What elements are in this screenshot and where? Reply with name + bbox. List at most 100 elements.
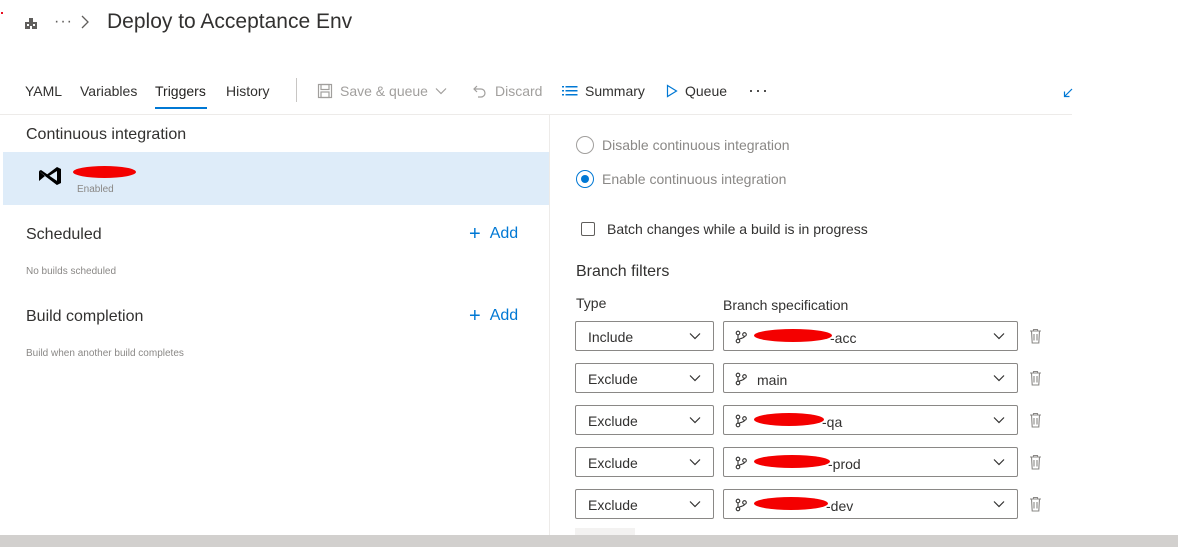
branch-spec-dropdown[interactable]: -prod bbox=[723, 447, 1018, 477]
add-build-completion-label: Add bbox=[489, 307, 519, 324]
redacted-pipeline-name bbox=[73, 166, 136, 178]
filter-type-value: Exclude bbox=[588, 413, 638, 429]
batch-changes-option[interactable]: Batch changes while a build is in progre… bbox=[581, 221, 868, 237]
list-icon bbox=[562, 86, 578, 96]
chevron-down-icon bbox=[993, 375, 1005, 382]
branch-icon bbox=[735, 372, 747, 386]
tab-triggers[interactable]: Triggers bbox=[155, 83, 206, 99]
filter-type-dropdown[interactable]: Exclude bbox=[575, 405, 714, 435]
toolbar-bottom-border bbox=[0, 114, 1072, 115]
active-tab-indicator bbox=[155, 107, 207, 109]
redacted-branch-prefix bbox=[754, 497, 828, 510]
filter-type-value: Exclude bbox=[588, 455, 638, 471]
ci-status: Enabled bbox=[77, 184, 114, 195]
enable-ci-option[interactable]: Enable continuous integration bbox=[576, 170, 786, 188]
disable-ci-radio[interactable] bbox=[576, 136, 594, 154]
branch-spec-dropdown[interactable]: -dev bbox=[723, 489, 1018, 519]
corner-marker bbox=[1, 12, 3, 14]
filter-type-dropdown[interactable]: Include bbox=[575, 321, 714, 351]
redacted-branch-prefix bbox=[754, 413, 824, 426]
scheduled-section-title: Scheduled bbox=[26, 226, 102, 243]
branch-spec-value: -prod bbox=[828, 456, 861, 472]
chevron-down-icon bbox=[689, 501, 701, 508]
save-queue-label: Save & queue bbox=[340, 83, 428, 99]
add-schedule-label: Add bbox=[489, 225, 519, 242]
chevron-down-icon bbox=[993, 333, 1005, 340]
branch-spec-value: main bbox=[757, 372, 788, 388]
horizontal-scrollbar[interactable] bbox=[0, 535, 1178, 547]
ci-section-title: Continuous integration bbox=[26, 126, 187, 143]
ci-trigger-item[interactable] bbox=[3, 152, 549, 205]
disable-ci-option[interactable]: Disable continuous integration bbox=[576, 136, 790, 154]
filter-type-dropdown[interactable]: Exclude bbox=[575, 447, 714, 477]
breadcrumb-more[interactable]: ··· bbox=[54, 13, 73, 31]
chevron-down-icon bbox=[993, 459, 1005, 466]
organization-icon[interactable] bbox=[24, 16, 38, 30]
enable-ci-radio[interactable] bbox=[576, 170, 594, 188]
disable-ci-label: Disable continuous integration bbox=[602, 137, 790, 153]
add-schedule-button[interactable]: + Add bbox=[469, 224, 518, 244]
more-actions-button[interactable]: ··· bbox=[748, 80, 769, 101]
scheduled-description: No builds scheduled bbox=[26, 266, 117, 277]
delete-filter-icon[interactable] bbox=[1029, 454, 1042, 470]
undo-icon bbox=[473, 85, 486, 98]
summary-button[interactable]: Summary bbox=[562, 81, 645, 101]
branch-icon bbox=[735, 456, 747, 470]
tab-history[interactable]: History bbox=[226, 83, 270, 99]
filter-type-value: Include bbox=[588, 329, 634, 345]
type-column-header: Type bbox=[576, 295, 607, 311]
save-icon bbox=[317, 83, 333, 99]
redacted-branch-prefix bbox=[754, 329, 832, 342]
delete-filter-icon[interactable] bbox=[1029, 496, 1042, 512]
play-icon bbox=[666, 84, 678, 98]
delete-filter-icon[interactable] bbox=[1029, 370, 1042, 386]
filter-type-value: Exclude bbox=[588, 371, 638, 387]
save-queue-button[interactable]: Save & queue bbox=[317, 81, 447, 101]
enable-ci-label: Enable continuous integration bbox=[602, 171, 787, 187]
branch-spec-dropdown[interactable]: -qa bbox=[723, 405, 1018, 435]
collapse-icon[interactable] bbox=[1063, 88, 1073, 98]
branch-icon bbox=[735, 498, 747, 512]
branch-icon bbox=[735, 330, 747, 344]
batch-changes-checkbox[interactable] bbox=[581, 222, 595, 236]
delete-filter-icon[interactable] bbox=[1029, 328, 1042, 344]
chevron-down-icon bbox=[993, 417, 1005, 424]
branch-spec-dropdown[interactable]: main bbox=[723, 363, 1018, 393]
chevron-down-icon bbox=[993, 501, 1005, 508]
chevron-down-icon bbox=[435, 88, 447, 95]
branch-spec-dropdown[interactable]: -acc bbox=[723, 321, 1018, 351]
queue-button[interactable]: Queue bbox=[666, 81, 727, 101]
branch-spec-value: -qa bbox=[822, 414, 843, 430]
batch-changes-label: Batch changes while a build is in progre… bbox=[607, 221, 868, 237]
summary-label: Summary bbox=[585, 83, 645, 99]
queue-label: Queue bbox=[685, 83, 728, 99]
filter-type-value: Exclude bbox=[588, 497, 638, 513]
redacted-branch-prefix bbox=[754, 455, 830, 468]
chevron-down-icon bbox=[689, 375, 701, 382]
delete-filter-icon[interactable] bbox=[1029, 412, 1042, 428]
filter-type-dropdown[interactable]: Exclude bbox=[575, 489, 714, 519]
branch-icon bbox=[735, 414, 747, 428]
add-build-completion-button[interactable]: + Add bbox=[469, 306, 518, 326]
tab-variables[interactable]: Variables bbox=[80, 83, 137, 99]
tab-yaml[interactable]: YAML bbox=[25, 83, 62, 99]
branch-filters-title: Branch filters bbox=[576, 263, 670, 280]
panel-divider bbox=[549, 115, 550, 535]
plus-icon: + bbox=[469, 223, 481, 245]
chevron-down-icon bbox=[689, 333, 701, 340]
chevron-down-icon bbox=[689, 417, 701, 424]
build-completion-description: Build when another build completes bbox=[26, 348, 184, 359]
chevron-right-icon bbox=[81, 15, 89, 29]
chevron-down-icon bbox=[689, 459, 701, 466]
branch-spec-column-header: Branch specification bbox=[723, 297, 849, 313]
build-completion-title: Build completion bbox=[26, 308, 144, 325]
discard-label: Discard bbox=[495, 83, 543, 99]
plus-icon: + bbox=[469, 305, 481, 327]
toolbar-divider bbox=[296, 78, 297, 102]
visual-studio-icon bbox=[39, 167, 61, 185]
branch-spec-value: -dev bbox=[826, 498, 854, 514]
discard-button[interactable]: Discard bbox=[472, 81, 542, 101]
filter-type-dropdown[interactable]: Exclude bbox=[575, 363, 714, 393]
panel-resize-handle[interactable] bbox=[575, 528, 635, 535]
branch-spec-value: -acc bbox=[830, 330, 857, 346]
